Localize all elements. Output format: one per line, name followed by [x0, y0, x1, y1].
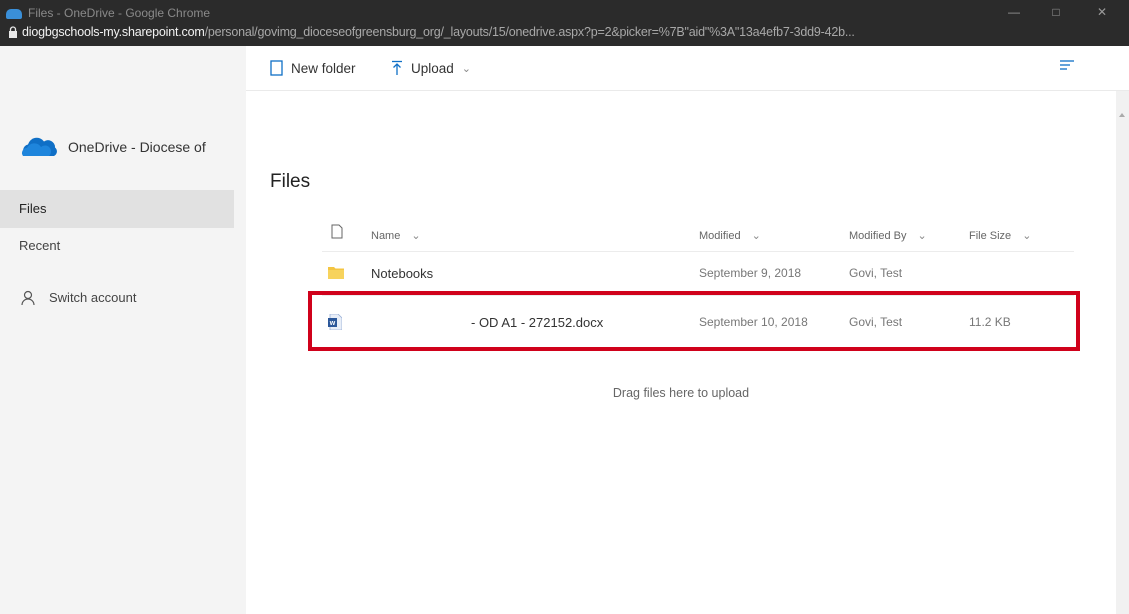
- upload-icon: [392, 60, 402, 75]
- row-modified-by: Govi, Test: [849, 266, 903, 280]
- sidebar-item-recent[interactable]: Recent: [0, 227, 234, 265]
- switch-account-button[interactable]: Switch account: [0, 279, 234, 317]
- sidebar-item-files[interactable]: Files: [0, 190, 234, 228]
- minimize-icon[interactable]: —: [994, 4, 1034, 20]
- window-title: Files - OneDrive - Google Chrome: [28, 6, 211, 20]
- command-bar: New folder Upload ⌄: [246, 46, 1129, 91]
- switch-account-label: Switch account: [49, 290, 137, 305]
- drag-drop-hint: Drag files here to upload: [612, 386, 750, 400]
- main-content: Files Name ⌄ Modified ⌄ Modified By ⌄ Fi…: [246, 91, 1116, 614]
- new-folder-label: New folder: [291, 60, 356, 76]
- view-options-icon[interactable]: [1060, 60, 1074, 72]
- onedrive-app-icon: [6, 9, 22, 19]
- scrollbar[interactable]: [1116, 91, 1129, 614]
- table-row[interactable]: Notebooks September 9, 2018 Govi, Test: [306, 252, 1086, 294]
- column-header-modified-by[interactable]: Modified By ⌄: [849, 229, 927, 242]
- left-navigation: OneDrive - Diocese of Files Recent Switc…: [0, 46, 246, 614]
- column-header-name[interactable]: Name ⌄: [371, 229, 421, 242]
- row-modified: September 9, 2018: [699, 266, 802, 280]
- address-bar[interactable]: diogbgschools-my.sharepoint.com/personal…: [0, 22, 1129, 46]
- chevron-down-icon: ⌄: [461, 62, 471, 75]
- account-label: OneDrive - Diocese of: [68, 139, 206, 155]
- row-name[interactable]: Notebooks: [371, 266, 433, 281]
- highlight-box: [308, 291, 1080, 351]
- page-title: Files: [270, 171, 311, 192]
- new-folder-icon: [270, 60, 283, 76]
- person-icon: [21, 290, 35, 306]
- url-text: diogbgschools-my.sharepoint.com/personal…: [22, 25, 1122, 39]
- close-icon[interactable]: ✕: [1082, 4, 1122, 20]
- file-type-header-icon: [331, 224, 343, 239]
- new-folder-button[interactable]: New folder: [270, 60, 356, 76]
- scroll-up-arrow-icon[interactable]: [1119, 113, 1125, 117]
- url-host: diogbgschools-my.sharepoint.com: [22, 25, 205, 39]
- url-path: /personal/govimg_dioceseofgreensburg_org…: [204, 25, 855, 39]
- column-header-file-size[interactable]: File Size ⌄: [969, 229, 1031, 242]
- folder-icon: [328, 267, 344, 279]
- upload-label: Upload: [411, 60, 454, 76]
- column-header-modified[interactable]: Modified ⌄: [699, 229, 761, 242]
- maximize-icon[interactable]: □: [1036, 4, 1076, 20]
- upload-button[interactable]: Upload ⌄: [391, 60, 471, 76]
- onedrive-cloud-icon: [22, 137, 57, 156]
- account-header: OneDrive - Diocese of: [20, 136, 206, 158]
- lock-icon: [9, 26, 17, 38]
